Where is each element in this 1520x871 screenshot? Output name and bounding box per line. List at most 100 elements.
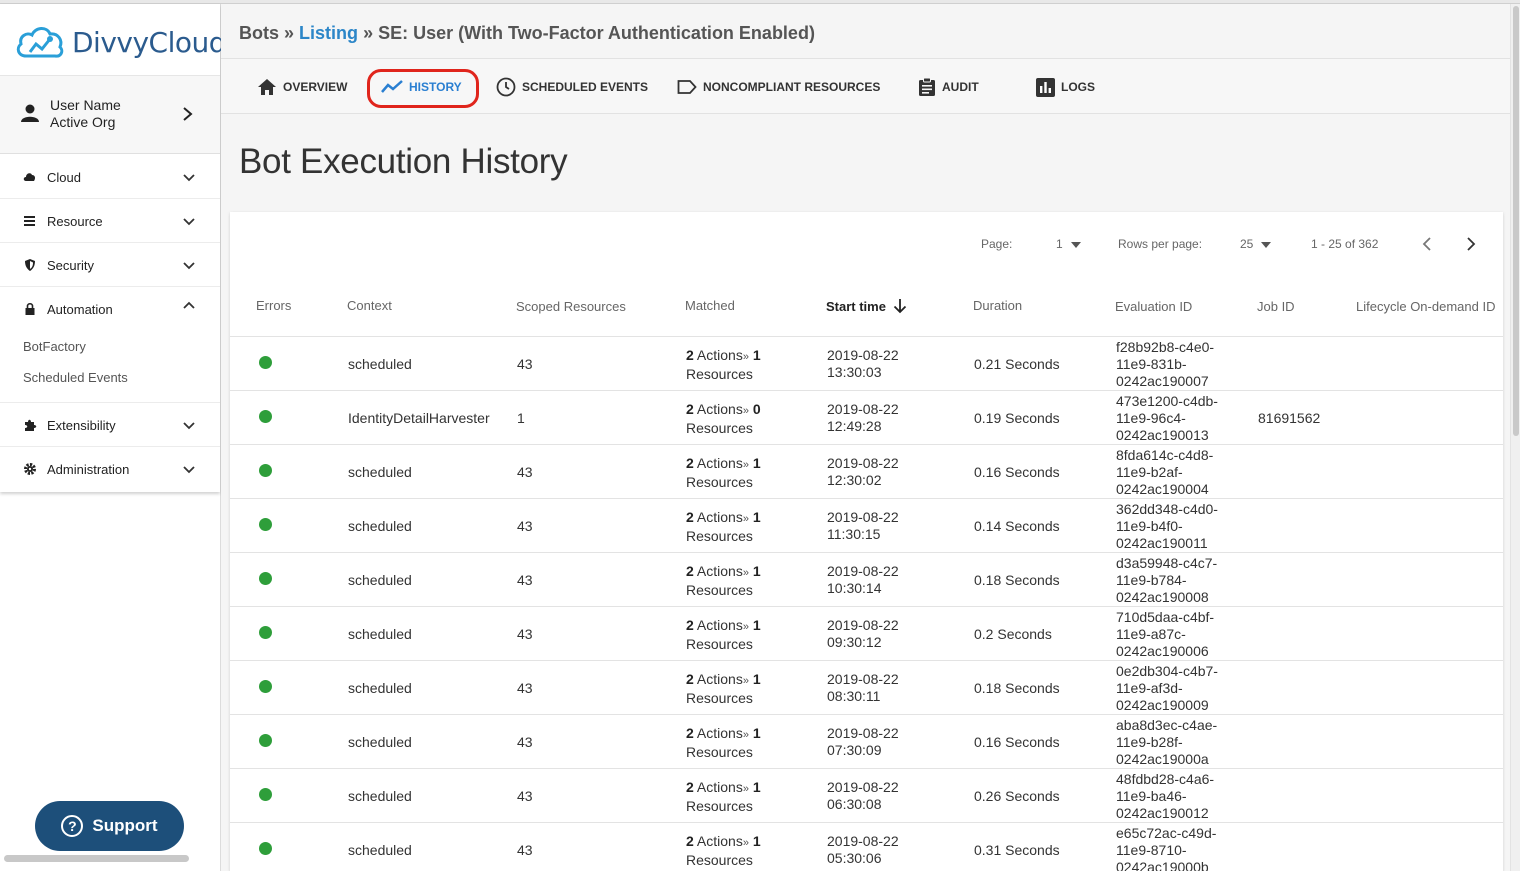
column-header-duration[interactable]: Duration (973, 298, 1022, 313)
column-header-context[interactable]: Context (347, 298, 392, 313)
cloud-icon (23, 173, 36, 181)
cell-matched[interactable]: 2 Actions» 1 Resources (686, 347, 761, 383)
matched-arrow: » (742, 675, 749, 687)
cell-duration: 0.18 Seconds (974, 572, 1060, 588)
cell-duration: 0.19 Seconds (974, 410, 1060, 426)
eval-id-part: d3a59948-c4c7- (1116, 555, 1218, 571)
tab-logs[interactable]: LOGS (1036, 59, 1095, 115)
cell-start-time: 2019-08-22 11:30:15 (827, 509, 899, 543)
cell-scoped-resources: 43 (517, 626, 533, 642)
tab-noncompliant-resources[interactable]: NONCOMPLIANT RESOURCES (677, 59, 880, 115)
status-ok-dot (259, 356, 272, 369)
sidebar-horizontal-scrollbar[interactable] (4, 855, 189, 862)
cell-start-time: 2019-08-22 09:30:12 (827, 617, 899, 651)
cell-matched[interactable]: 2 Actions» 1 Resources (686, 779, 761, 815)
rows-per-page-select[interactable]: 25 (1240, 237, 1272, 251)
cell-context: scheduled (348, 572, 412, 588)
user-switcher[interactable]: User Name Active Org (0, 76, 220, 154)
column-header-matched[interactable]: Matched (685, 298, 735, 313)
breadcrumb-bots[interactable]: Bots (239, 23, 279, 43)
matched-arrow: » (742, 567, 749, 579)
cell-matched[interactable]: 2 Actions» 1 Resources (686, 455, 761, 491)
column-header-errors[interactable]: Errors (256, 298, 291, 313)
cell-scoped-resources: 43 (517, 518, 533, 534)
matched-actions-count: 2 (686, 401, 694, 417)
eval-id-part: 11e9-831b- (1116, 356, 1187, 372)
matched-resources-count: 1 (752, 671, 761, 687)
page-select[interactable]: 1 (1056, 237, 1081, 251)
column-header-evaluation-id[interactable]: Evaluation ID (1115, 299, 1192, 314)
sidebar-item-label: Extensibility (47, 418, 116, 433)
support-button[interactable]: ? Support (35, 801, 184, 851)
breadcrumb-listing-link[interactable]: Listing (299, 23, 358, 43)
sidebar-item-extensibility[interactable]: Extensibility (0, 403, 220, 447)
eval-id-part: 11e9-b28f- (1116, 734, 1183, 750)
tab-scheduled-events[interactable]: SCHEDULED EVENTS (496, 59, 648, 115)
table-row[interactable]: scheduled 43 2 Actions» 1 Resources 2019-08-… (230, 714, 1503, 768)
table-row[interactable]: scheduled 43 2 Actions» 1 Resources 2019-08-… (230, 660, 1503, 714)
sidebar-item-administration[interactable]: Administration (0, 447, 220, 491)
chevron-right-icon (183, 107, 193, 121)
cell-matched[interactable]: 2 Actions» 0 Resources (686, 401, 761, 437)
eval-id-part: 11e9-b4f0- (1116, 518, 1183, 534)
column-header-scoped-resources[interactable]: Scoped Resources (516, 299, 626, 314)
matched-actions-count: 2 (686, 671, 694, 687)
table-row[interactable]: scheduled 43 2 Actions» 1 Resources 2019-08-… (230, 552, 1503, 606)
table-row[interactable]: scheduled 43 2 Actions» 1 Resources 2019-08-… (230, 606, 1503, 660)
eval-id-part: 11e9-ba46- (1116, 788, 1187, 804)
cell-matched[interactable]: 2 Actions» 1 Resources (686, 617, 761, 653)
caret-down-icon (1070, 241, 1081, 248)
sidebar-subitem-scheduled-events[interactable]: Scheduled Events (23, 370, 128, 385)
cell-matched[interactable]: 2 Actions» 1 Resources (686, 671, 761, 707)
matched-actions-count: 2 (686, 779, 694, 795)
tab-audit[interactable]: AUDIT (918, 59, 979, 115)
list-icon (24, 216, 35, 226)
scrollbar-thumb[interactable] (1513, 6, 1519, 436)
cloud-logo-icon (16, 27, 64, 58)
start-time-label: Start time (826, 299, 886, 314)
main-vertical-scrollbar[interactable] (1510, 4, 1520, 871)
table-row[interactable]: scheduled 43 2 Actions» 1 Resources 2019-08-… (230, 444, 1503, 498)
eval-id-part: aba8d3ec-c4ae- (1116, 717, 1218, 733)
sidebar-item-security[interactable]: Security (0, 243, 220, 287)
sidebar-subitem-botfactory[interactable]: BotFactory (23, 339, 86, 354)
column-header-job-id[interactable]: Job ID (1257, 299, 1295, 314)
cell-matched[interactable]: 2 Actions» 1 Resources (686, 563, 761, 599)
cell-matched[interactable]: 2 Actions» 1 Resources (686, 833, 761, 869)
matched-resources-word: Resources (686, 636, 753, 652)
tab-overview[interactable]: OVERVIEW (257, 59, 347, 115)
cell-start-time: 2019-08-22 12:30:02 (827, 455, 899, 489)
matched-actions-count: 2 (686, 347, 694, 363)
table-row[interactable]: scheduled 43 2 Actions» 1 Resources 2019-08-… (230, 498, 1503, 552)
tag-icon (677, 80, 697, 94)
matched-resources-word: Resources (686, 744, 753, 760)
column-header-start-time[interactable]: Start time (826, 298, 907, 314)
cell-matched[interactable]: 2 Actions» 1 Resources (686, 509, 761, 545)
eval-id-part: 0242ac190006 (1116, 643, 1209, 659)
table-row[interactable]: scheduled 43 2 Actions» 1 Resources 2019-08-… (230, 768, 1503, 822)
eval-id-part: 710d5daa-c4bf- (1116, 609, 1215, 625)
chart-icon (1036, 77, 1055, 97)
sidebar-item-automation[interactable]: Automation (0, 287, 220, 331)
gear-icon (24, 463, 36, 475)
chevron-left-icon[interactable] (1422, 237, 1432, 251)
support-label: Support (92, 816, 158, 835)
cell-evaluation-id: d3a59948-c4c7- 11e9-b784- 0242ac190008 (1116, 555, 1217, 606)
eval-id-part: 11e9-96c4- (1116, 410, 1186, 426)
start-date: 2019-08-22 (827, 347, 899, 363)
table-row[interactable]: scheduled 43 2 Actions» 1 Resources 2019-08-… (230, 336, 1503, 390)
table-row[interactable]: scheduled 43 2 Actions» 1 Resources 2019-08-… (230, 822, 1503, 871)
lock-icon (25, 302, 35, 315)
matched-resources-word: Resources (686, 366, 753, 382)
column-header-lifecycle-on-demand-id[interactable]: Lifecycle On-demand ID (1356, 299, 1495, 314)
table-row[interactable]: IdentityDetailHarvester 1 2 Actions» 0 Reso… (230, 390, 1503, 444)
tab-label: NONCOMPLIANT RESOURCES (703, 80, 881, 94)
brand-logo[interactable]: DivvyCloud (14, 20, 227, 64)
cell-matched[interactable]: 2 Actions» 1 Resources (686, 725, 761, 761)
sidebar-item-cloud[interactable]: Cloud (0, 155, 220, 199)
cell-scoped-resources: 43 (517, 572, 533, 588)
sidebar-item-label: Cloud (47, 170, 81, 185)
sidebar-item-resource[interactable]: Resource (0, 199, 220, 243)
chevron-right-icon[interactable] (1466, 237, 1476, 251)
matched-actions-word: Actions (696, 347, 743, 363)
